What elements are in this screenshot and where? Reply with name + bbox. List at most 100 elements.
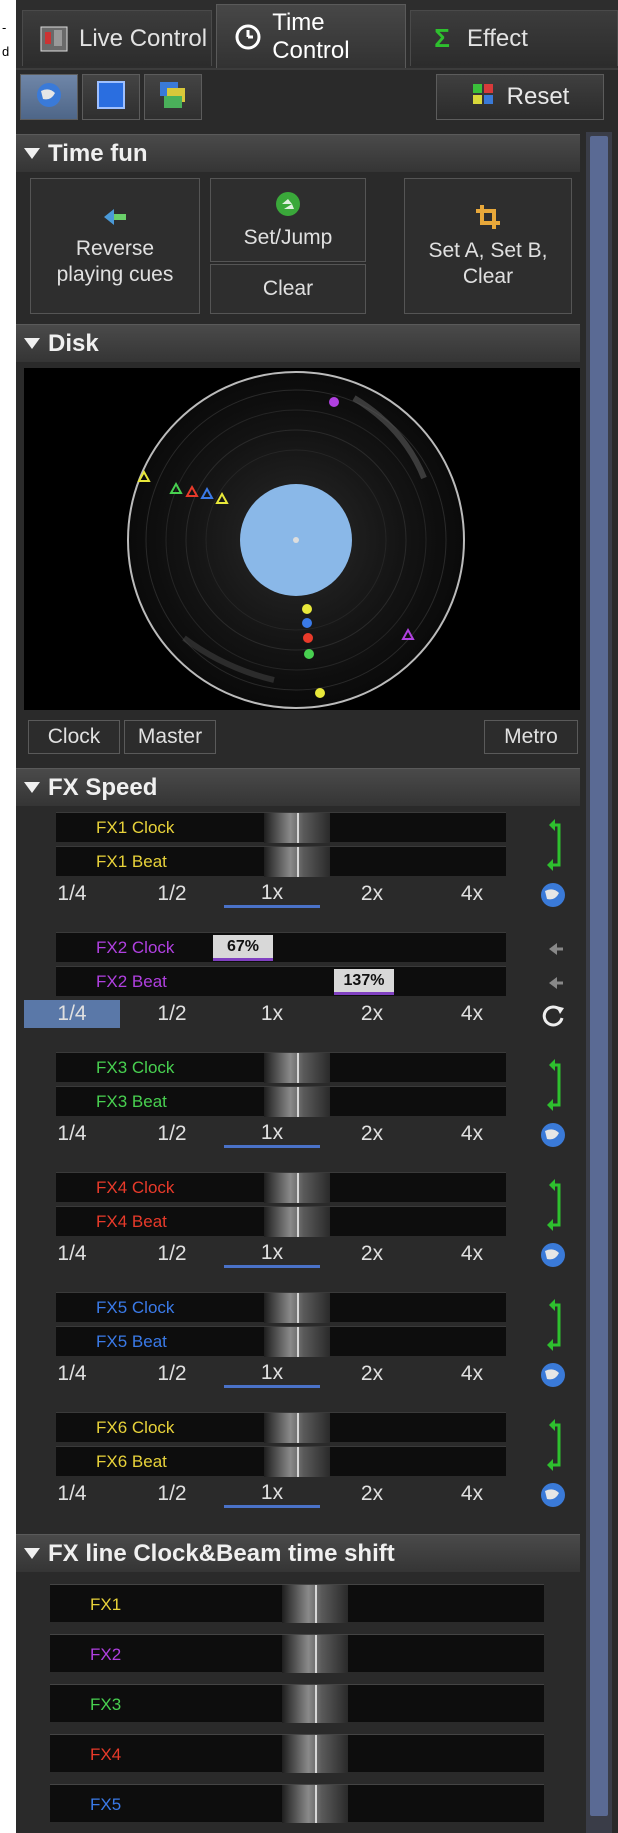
slider-thumb[interactable] [264, 813, 330, 843]
ratio-option[interactable]: 2x [324, 1120, 420, 1148]
center-line [315, 1785, 317, 1823]
refresh-icon[interactable] [538, 1000, 568, 1030]
metro-label: Metro [504, 725, 558, 748]
master-button[interactable]: Master [124, 720, 216, 754]
layers-view-button[interactable] [144, 74, 202, 120]
section-header-time-fun[interactable]: Time fun [16, 134, 580, 172]
slider-thumb[interactable] [282, 1685, 348, 1723]
ratio-option[interactable]: 4x [424, 880, 520, 908]
set-jump-button[interactable]: Set/Jump [210, 178, 366, 262]
ratio-option[interactable]: 2x [324, 1000, 420, 1028]
globe-icon[interactable] [538, 1480, 568, 1510]
link-arrows-icon[interactable] [540, 814, 570, 876]
slider-thumb[interactable] [282, 1635, 348, 1673]
slider-thumb[interactable] [264, 1087, 330, 1117]
link-arrows-icon[interactable] [540, 1414, 570, 1476]
link-arrows-icon[interactable] [540, 1054, 570, 1116]
set-ab-button[interactable]: Set A, Set B, Clear [404, 178, 572, 314]
percent-slider-thumb[interactable]: 137% [334, 969, 394, 995]
fx-beat-slider[interactable]: FX2 Beat 137% [56, 966, 506, 996]
fx-clock-slider[interactable]: FX5 Clock [56, 1292, 506, 1323]
ratio-option[interactable]: 1/2 [124, 1360, 220, 1388]
ratio-option[interactable]: 1x [224, 1480, 320, 1508]
fx-clock-slider[interactable]: FX3 Clock [56, 1052, 506, 1083]
ratio-option[interactable]: 4x [424, 1360, 520, 1388]
metro-button[interactable]: Metro [484, 720, 578, 754]
fx-line-slider[interactable]: FX5 [50, 1784, 544, 1823]
ratio-option[interactable]: 4x [424, 1120, 520, 1148]
fx-beat-slider[interactable]: FX3 Beat [56, 1086, 506, 1117]
link-arrows-icon[interactable] [540, 1294, 570, 1356]
square-view-button[interactable] [82, 74, 140, 120]
ratio-option[interactable]: 2x [324, 1360, 420, 1388]
fx-beat-slider[interactable]: FX4 Beat [56, 1206, 506, 1237]
fx-beat-slider[interactable]: FX1 Beat [56, 846, 506, 877]
fx-line-slider[interactable]: FX4 [50, 1734, 544, 1773]
ratio-option[interactable]: 1/2 [124, 880, 220, 908]
ratio-option[interactable]: 1/2 [124, 1000, 220, 1028]
section-header-fx-line[interactable]: FX line Clock&Beam time shift [16, 1534, 580, 1572]
percent-slider-thumb[interactable]: 67% [213, 935, 273, 961]
clear-button[interactable]: Clear [210, 264, 366, 314]
scrollbar-thumb[interactable] [590, 136, 608, 1816]
ratio-option[interactable]: 4x [424, 1480, 520, 1508]
ratio-option[interactable]: 1x [224, 1120, 320, 1148]
slider-thumb[interactable] [264, 1207, 330, 1237]
reset-button[interactable]: Reset [436, 74, 604, 120]
ratio-option[interactable]: 1/4 [24, 1480, 120, 1508]
globe-icon[interactable] [538, 1240, 568, 1270]
tab-live-control[interactable]: Live Control [22, 10, 212, 66]
fx-clock-slider[interactable]: FX4 Clock [56, 1172, 506, 1203]
slider-thumb[interactable] [282, 1585, 348, 1623]
fx-clock-slider[interactable]: FX1 Clock [56, 812, 506, 843]
fx-line-slider[interactable]: FX2 [50, 1634, 544, 1673]
reverse-playing-cues-button[interactable]: Reverse playing cues [30, 178, 200, 314]
ratio-option[interactable]: 1x [224, 1360, 320, 1388]
vertical-scrollbar[interactable] [586, 132, 612, 1833]
slider-thumb[interactable] [264, 1293, 330, 1323]
unlinked-arrows-icon[interactable] [540, 934, 570, 996]
section-header-disk[interactable]: Disk [16, 324, 580, 362]
fx-beat-slider[interactable]: FX6 Beat [56, 1446, 506, 1477]
clock-button[interactable]: Clock [28, 720, 120, 754]
ratio-option[interactable]: 1/4 [24, 1000, 120, 1028]
slider-thumb[interactable] [282, 1785, 348, 1823]
ratio-option[interactable]: 4x [424, 1240, 520, 1268]
ratio-option[interactable]: 1/4 [24, 1360, 120, 1388]
section-header-fx-speed[interactable]: FX Speed [16, 768, 580, 806]
globe-view-button[interactable] [20, 74, 78, 120]
tab-time-control[interactable]: Time Control [216, 4, 406, 68]
slider-thumb[interactable] [264, 1413, 330, 1443]
globe-icon[interactable] [538, 1120, 568, 1150]
ratio-option[interactable]: 1x [224, 880, 320, 908]
ratio-option[interactable]: 1/2 [124, 1240, 220, 1268]
track-label: FX5 Beat [96, 1332, 167, 1351]
fx-clock-slider[interactable]: FX2 Clock 67% [56, 932, 506, 962]
fx-line-slider[interactable]: FX1 [50, 1584, 544, 1623]
slider-thumb[interactable] [264, 1327, 330, 1357]
ratio-option[interactable]: 1/2 [124, 1480, 220, 1508]
ratio-option[interactable]: 2x [324, 1480, 420, 1508]
fx-line-slider[interactable]: FX3 [50, 1684, 544, 1723]
slider-thumb[interactable] [264, 1173, 330, 1203]
disk-view[interactable] [24, 368, 580, 710]
tab-effect[interactable]: Σ Effect [410, 10, 618, 66]
ratio-option[interactable]: 2x [324, 1240, 420, 1268]
globe-icon[interactable] [538, 1360, 568, 1390]
link-arrows-icon[interactable] [540, 1174, 570, 1236]
globe-icon[interactable] [538, 880, 568, 910]
ratio-option[interactable]: 2x [324, 880, 420, 908]
ratio-option[interactable]: 1/4 [24, 1240, 120, 1268]
slider-thumb[interactable] [264, 1053, 330, 1083]
fx-beat-slider[interactable]: FX5 Beat [56, 1326, 506, 1357]
slider-thumb[interactable] [264, 1447, 330, 1477]
ratio-option[interactable]: 1/4 [24, 880, 120, 908]
slider-thumb[interactable] [264, 847, 330, 877]
ratio-option[interactable]: 1x [224, 1000, 320, 1028]
ratio-option[interactable]: 1/2 [124, 1120, 220, 1148]
ratio-option[interactable]: 1/4 [24, 1120, 120, 1148]
ratio-option[interactable]: 4x [424, 1000, 520, 1028]
slider-thumb[interactable] [282, 1735, 348, 1773]
fx-clock-slider[interactable]: FX6 Clock [56, 1412, 506, 1443]
ratio-option[interactable]: 1x [224, 1240, 320, 1268]
